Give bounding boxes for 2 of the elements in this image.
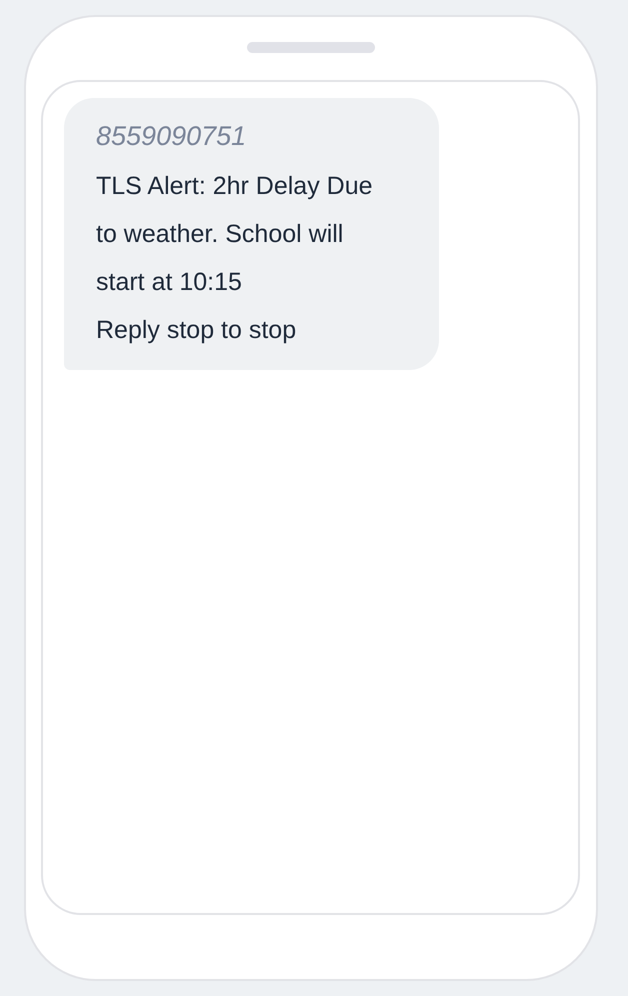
message-text: TLS Alert: 2hr Delay Due to weather. School will start at 10:15 Reply stop to stop [96, 171, 374, 346]
sender-number: 8559090751 [96, 120, 248, 153]
